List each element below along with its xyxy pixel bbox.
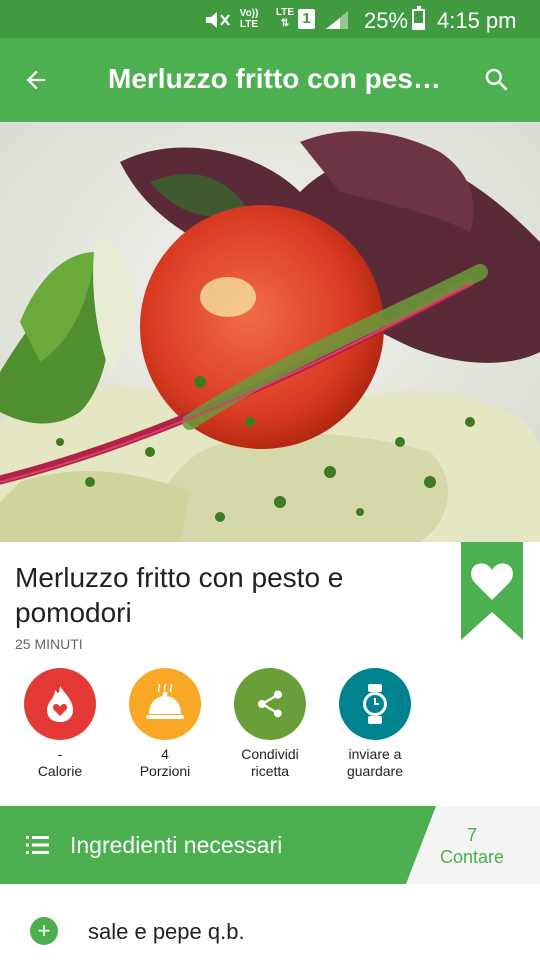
share-action[interactable]: Condividi ricetta — [215, 668, 325, 780]
calories-action[interactable]: - Calorie — [5, 668, 115, 780]
recipe-title: Merluzzo fritto con pesto e pomodori — [15, 562, 344, 628]
add-ingredient-icon[interactable]: + — [30, 917, 58, 945]
favorite-button[interactable] — [461, 542, 523, 640]
lte-indicator: LTE ⇅ — [275, 7, 295, 29]
volte-indicator: Vo)) LTE — [239, 8, 259, 30]
servings-value: 4 — [161, 746, 169, 762]
mute-icon — [206, 12, 230, 28]
count-value: 7 — [466, 825, 477, 845]
battery-icon — [412, 6, 425, 30]
share-icon — [258, 690, 282, 718]
ingredients-header: Ingredienti necessari 7 Contare — [0, 806, 540, 884]
signal-icon — [326, 11, 348, 29]
serving-dish-icon — [146, 684, 184, 719]
calories-label: Calorie — [37, 763, 83, 779]
calories-value: - — [57, 746, 63, 762]
ingredients-count: 7 Contare — [440, 824, 504, 868]
share-label: Condividi ricetta — [241, 746, 299, 779]
sim-indicator: 1 — [298, 9, 315, 29]
watch-icon — [363, 684, 387, 724]
ingredients-title: Ingredienti necessari — [70, 832, 283, 858]
recipe-time: 25 MINUTI — [15, 636, 83, 652]
arrow-left-icon — [26, 70, 46, 90]
app-toolbar: Merluzzo fritto con pesto e pomodori — [0, 38, 540, 122]
battery-percent: 25% — [364, 8, 409, 33]
action-row: - Calorie 4 Porzioni Condividi ricetta i… — [0, 668, 540, 788]
list-icon — [26, 836, 49, 854]
ingredient-text: sale e pepe q.b. — [88, 919, 245, 944]
count-label: Contare — [440, 847, 505, 867]
servings-label: Porzioni — [139, 763, 191, 779]
servings-action[interactable]: 4 Porzioni — [110, 668, 220, 780]
status-bar: Vo)) LTE LTE ⇅ 1 25% 4:15 pm — [0, 0, 540, 38]
toolbar-title: Merluzzo fritto con pesto e pomodori — [108, 63, 448, 94]
send-to-watch-label: inviare a guardare — [346, 746, 404, 779]
back-button[interactable] — [14, 58, 58, 102]
flame-heart-icon — [47, 686, 73, 722]
recipe-photo — [0, 122, 540, 542]
clock: 4:15 pm — [437, 8, 517, 33]
ingredient-item[interactable]: + sale e pepe q.b. — [0, 900, 540, 960]
search-icon — [485, 68, 508, 91]
search-button[interactable] — [474, 58, 520, 102]
send-to-watch-action[interactable]: inviare a guardare — [320, 668, 430, 780]
